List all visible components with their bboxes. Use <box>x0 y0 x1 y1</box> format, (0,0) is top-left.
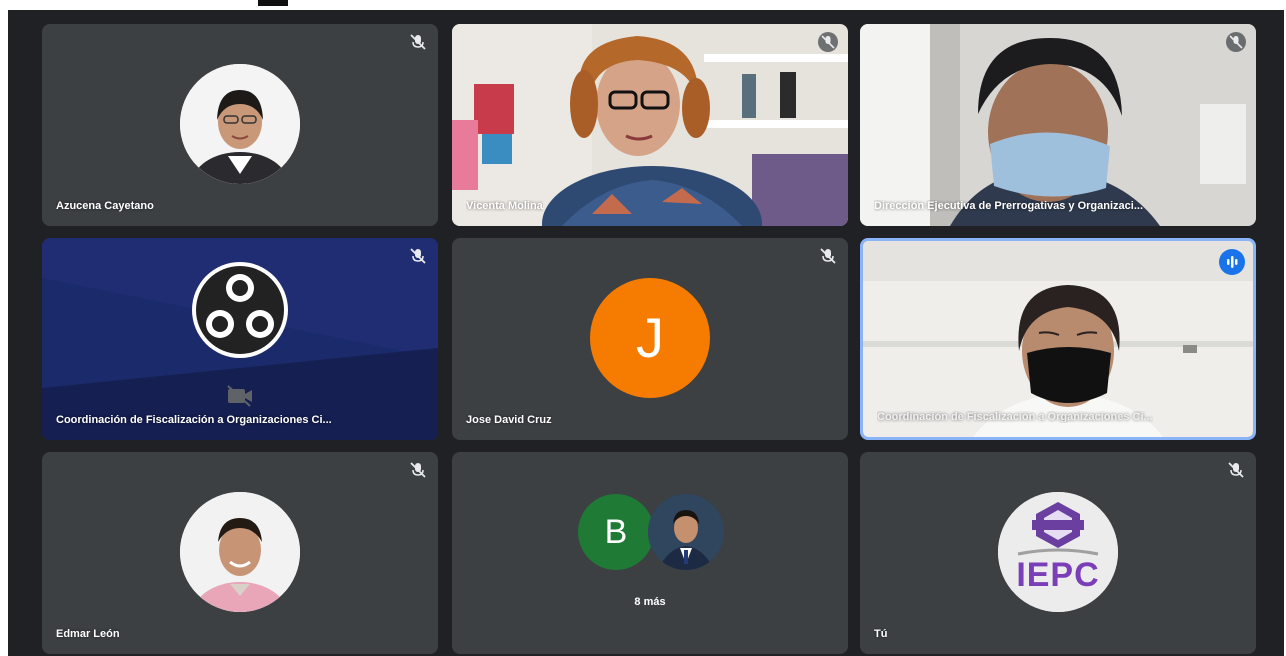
mic-off-icon <box>408 32 428 52</box>
video-feed <box>452 24 848 226</box>
mic-off-icon <box>1226 32 1246 52</box>
participant-tile[interactable]: Vicenta Molina <box>452 24 848 226</box>
participant-tile-active-speaker[interactable]: Coordinación de Fiscalización a Organiza… <box>860 238 1256 440</box>
mic-off-icon <box>408 246 428 266</box>
mic-off-icon <box>818 246 838 266</box>
video-off-screen <box>42 238 438 440</box>
avatar <box>180 64 300 184</box>
participant-name: Vicenta Molina <box>466 200 543 212</box>
top-strip <box>0 0 1286 10</box>
mic-off-icon <box>818 32 838 52</box>
letter-avatar: J <box>590 278 710 398</box>
mic-off-icon <box>1226 460 1246 480</box>
participant-tile-self[interactable]: IEPC Tú <box>860 452 1256 654</box>
more-participants-count: 8 más <box>634 596 666 608</box>
participant-name: Coordinación de Fiscalización a Organiza… <box>877 411 1153 423</box>
participant-name: Edmar León <box>56 628 120 640</box>
participant-tile[interactable]: Edmar León <box>42 452 438 654</box>
speaking-indicator-icon <box>1219 249 1245 275</box>
participant-name: Azucena Cayetano <box>56 200 154 212</box>
meeting-grid: Azucena Cayetano Vicenta Molina Direcció… <box>8 10 1284 656</box>
participant-tile[interactable]: Coordinación de Fiscalización a Organiza… <box>42 238 438 440</box>
participant-name: Dirección Ejecutiva de Prerrogativas y O… <box>874 200 1144 212</box>
more-participants-tile[interactable]: B 8 más <box>452 452 848 654</box>
participant-name: Coordinación de Fiscalización a Organiza… <box>56 414 332 426</box>
title-fragment <box>258 0 288 6</box>
participant-name: Tú <box>874 628 888 640</box>
participant-name: Jose David Cruz <box>466 414 552 426</box>
avatar <box>648 494 724 570</box>
logo-text: IEPC <box>1016 556 1100 594</box>
organization-logo: IEPC <box>998 492 1118 612</box>
participant-tile[interactable]: Dirección Ejecutiva de Prerrogativas y O… <box>860 24 1256 226</box>
participant-tile[interactable]: J Jose David Cruz <box>452 238 848 440</box>
video-feed <box>860 24 1256 226</box>
avatar <box>180 492 300 612</box>
mic-off-icon <box>408 460 428 480</box>
letter-avatar: B <box>578 494 654 570</box>
participant-tile[interactable]: Azucena Cayetano <box>42 24 438 226</box>
video-feed <box>863 241 1253 437</box>
video-off-icon <box>226 384 254 408</box>
